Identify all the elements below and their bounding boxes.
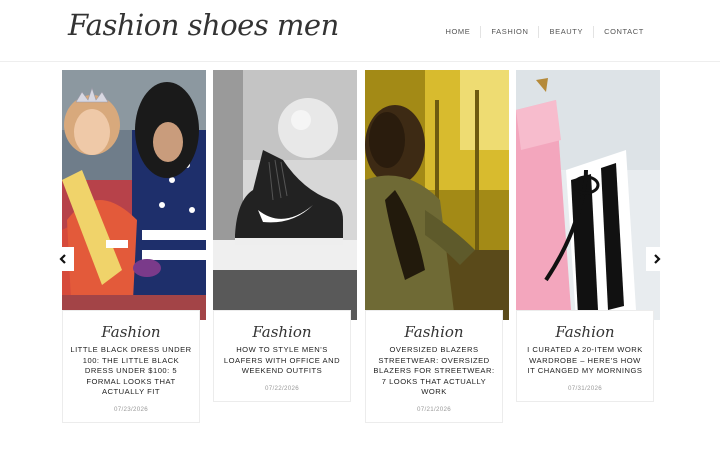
nav-contact[interactable]: CONTACT bbox=[593, 26, 654, 38]
site-logo[interactable]: Fashion shoes men bbox=[68, 8, 339, 42]
carousel-next-button[interactable] bbox=[646, 247, 668, 271]
post-title[interactable]: HOW TO STYLE MEN'S LOAFERS WITH OFFICE A… bbox=[221, 345, 343, 377]
post-category[interactable]: Fashion bbox=[221, 323, 343, 341]
post-category[interactable]: Fashion bbox=[373, 323, 495, 341]
main-nav: HOME FASHION BEAUTY CONTACT bbox=[435, 26, 654, 38]
post-image-pageant-girl[interactable] bbox=[62, 70, 206, 320]
post-info: Fashion LITTLE BLACK DRESS UNDER 100: TH… bbox=[62, 310, 200, 423]
post-image-blazer-woman[interactable] bbox=[365, 70, 509, 320]
post-date: 07/21/2026 bbox=[417, 405, 451, 413]
post-title[interactable]: I CURATED A 20-ITEM WORK WARDROBE – HERE… bbox=[524, 345, 646, 377]
post-title[interactable]: OVERSIZED BLAZERS STREETWEAR: OVERSIZED … bbox=[373, 345, 495, 398]
nav-beauty[interactable]: BEAUTY bbox=[538, 26, 593, 38]
post-image-sneaker[interactable] bbox=[213, 70, 357, 320]
nav-fashion[interactable]: FASHION bbox=[480, 26, 538, 38]
post-image-shopping-bags[interactable] bbox=[516, 70, 660, 320]
post-title[interactable]: LITTLE BLACK DRESS UNDER 100: THE LITTLE… bbox=[70, 345, 192, 398]
post-category[interactable]: Fashion bbox=[70, 323, 192, 341]
site-header: Fashion shoes men HOME FASHION BEAUTY CO… bbox=[0, 0, 720, 62]
post-category[interactable]: Fashion bbox=[524, 323, 646, 341]
post-info: Fashion OVERSIZED BLAZERS STREETWEAR: OV… bbox=[365, 310, 503, 423]
chevron-left-icon bbox=[59, 254, 67, 264]
post-date: 07/31/2026 bbox=[568, 384, 602, 392]
chevron-right-icon bbox=[653, 254, 661, 264]
carousel-prev-button[interactable] bbox=[52, 247, 74, 271]
post-date: 07/22/2026 bbox=[265, 384, 299, 392]
post-info: Fashion HOW TO STYLE MEN'S LOAFERS WITH … bbox=[213, 310, 351, 402]
post-date: 07/23/2026 bbox=[114, 405, 148, 413]
nav-home[interactable]: HOME bbox=[435, 26, 480, 38]
post-info: Fashion I CURATED A 20-ITEM WORK WARDROB… bbox=[516, 310, 654, 402]
